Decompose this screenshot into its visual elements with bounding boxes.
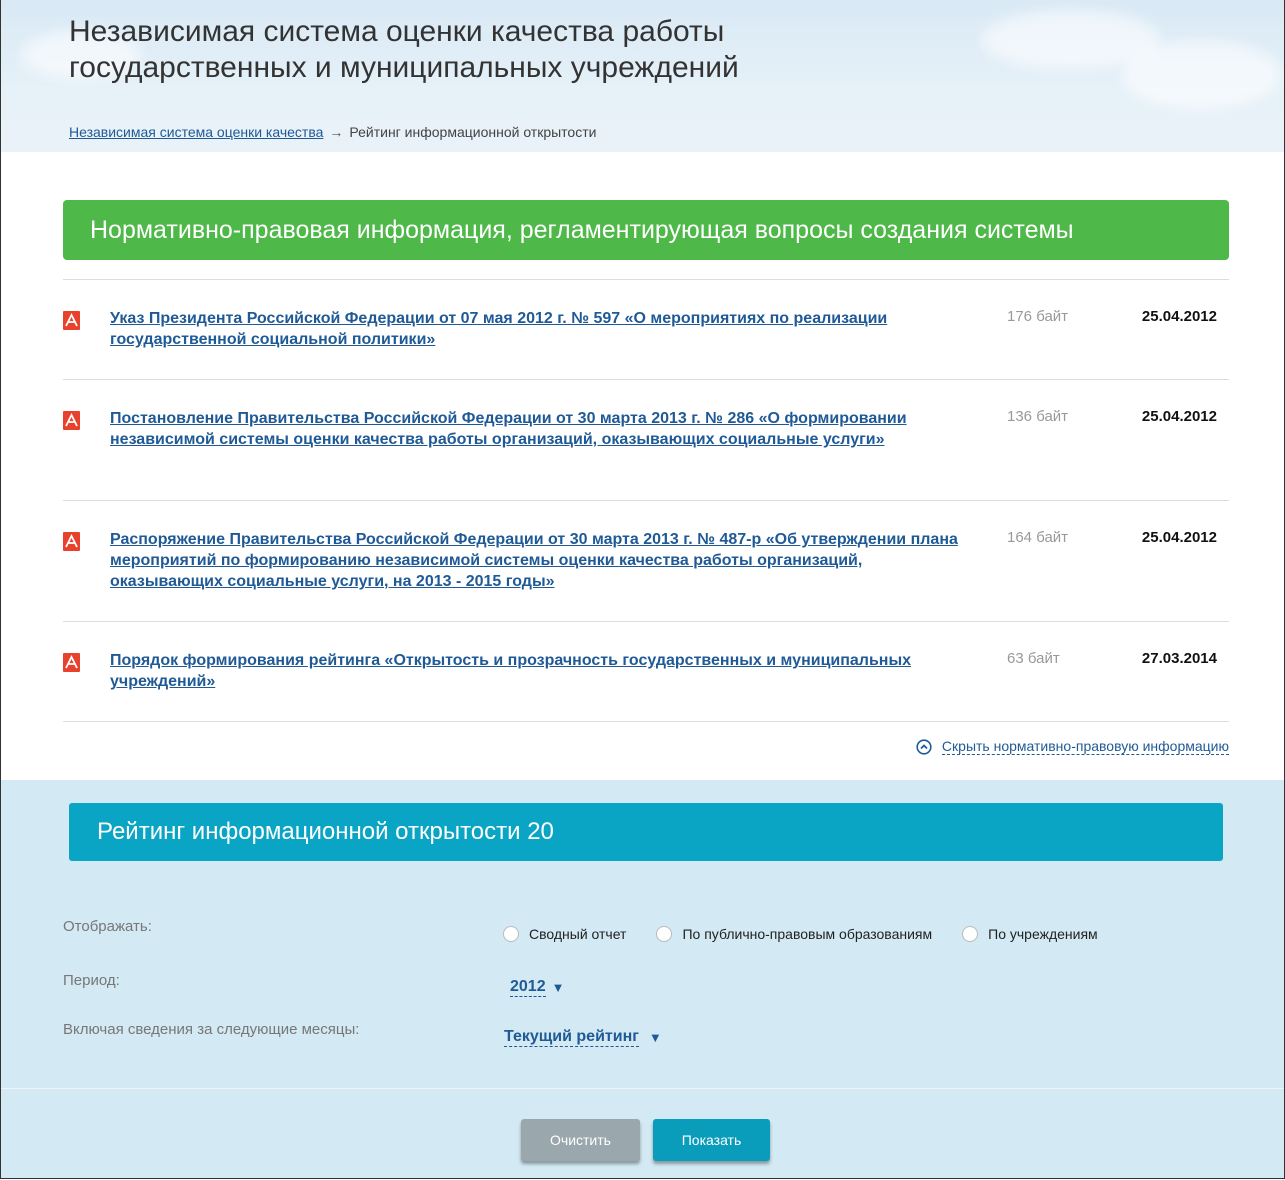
period-dropdown[interactable]: 2012 ▼: [510, 978, 564, 997]
document-size: 63 байт: [1007, 650, 1060, 667]
months-label: Включая сведения за следующие месяцы:: [63, 1021, 360, 1038]
pdf-icon[interactable]: [63, 532, 80, 551]
show-button[interactable]: Показать: [653, 1119, 770, 1161]
rating-heading: Рейтинг информационной открытости 20: [69, 803, 1223, 861]
document-link[interactable]: Распоряжение Правительства Российской Фе…: [110, 529, 960, 592]
document-row: Порядок формирования рейтинга «Открытост…: [63, 622, 1229, 722]
breadcrumb-current: Рейтинг информационной открытости: [349, 124, 597, 140]
document-date: 25.04.2012: [1141, 408, 1217, 425]
document-row: Указ Президента Российской Федерации от …: [63, 280, 1229, 380]
normative-heading: Нормативно-правовая информация, регламен…: [63, 200, 1229, 260]
document-row: Постановление Правительства Российской Ф…: [63, 380, 1229, 501]
page-frame: Независимая система оценки качества рабо…: [0, 0, 1285, 1179]
triangle-down-icon: ▼: [551, 980, 565, 995]
radio-by-municipalities[interactable]: По публично-правовым образованиям: [656, 926, 932, 942]
breadcrumb-separator: →: [329, 124, 344, 140]
document-link[interactable]: Указ Президента Российской Федерации от …: [110, 308, 960, 350]
document-link[interactable]: Порядок формирования рейтинга «Открытост…: [110, 650, 960, 692]
radio-summary-report[interactable]: Сводный отчет: [503, 926, 626, 942]
months-dropdown[interactable]: Текущий рейтинг ▼: [504, 1028, 662, 1047]
normative-section: Нормативно-правовая информация, регламен…: [1, 152, 1284, 780]
radio-by-institutions[interactable]: По учреждениям: [962, 926, 1098, 942]
document-size: 164 байт: [1007, 529, 1069, 546]
period-label: Период:: [63, 972, 120, 989]
hide-normative-link[interactable]: Скрыть нормативно-правовую информацию: [916, 738, 1229, 755]
display-radio-group: Сводный отчет По публично-правовым образ…: [503, 926, 1128, 942]
site-header: Независимая система оценки качества рабо…: [1, 0, 1284, 152]
site-title-line2: государственных и муниципальных учрежден…: [69, 51, 739, 84]
rating-section: Рейтинг информационной открытости 20 Ото…: [1, 780, 1284, 1178]
document-date: 25.04.2012: [1141, 308, 1217, 325]
document-size: 136 байт: [1007, 408, 1069, 425]
document-size: 176 байт: [1007, 308, 1069, 325]
radio-label: По учреждениям: [988, 926, 1098, 942]
breadcrumb-link-home[interactable]: Независимая система оценки качества: [69, 124, 323, 140]
pdf-icon[interactable]: [63, 653, 80, 672]
pdf-icon[interactable]: [63, 411, 80, 430]
triangle-down-icon: ▼: [648, 1030, 662, 1045]
radio-button[interactable]: [503, 926, 519, 942]
document-row: Распоряжение Правительства Российской Фе…: [63, 501, 1229, 622]
hide-normative-label: Скрыть нормативно-правовую информацию: [941, 738, 1229, 755]
divider: [1, 1088, 1284, 1089]
months-value: Текущий рейтинг: [504, 1028, 639, 1047]
chevron-up-circle-icon: [916, 738, 932, 755]
site-title-line1: Независимая система оценки качества рабо…: [69, 15, 725, 48]
cloud-decoration: [1121, 40, 1281, 110]
site-title: Независимая система оценки качества рабо…: [69, 14, 969, 86]
radio-label: По публично-правовым образованиям: [682, 926, 933, 942]
pdf-icon[interactable]: [63, 311, 80, 330]
radio-label: Сводный отчет: [529, 926, 627, 942]
document-date: 27.03.2014: [1141, 650, 1217, 667]
document-link[interactable]: Постановление Правительства Российской Ф…: [110, 408, 960, 450]
radio-button[interactable]: [962, 926, 979, 942]
radio-button[interactable]: [656, 926, 673, 942]
clear-button[interactable]: Очистить: [521, 1119, 640, 1161]
display-label: Отображать:: [63, 918, 152, 935]
period-value: 2012: [510, 978, 546, 997]
document-date: 25.04.2012: [1141, 529, 1217, 546]
breadcrumb: Независимая система оценки качества → Рейт…: [69, 124, 596, 140]
document-list: Указ Президента Российской Федерации от …: [63, 279, 1229, 722]
